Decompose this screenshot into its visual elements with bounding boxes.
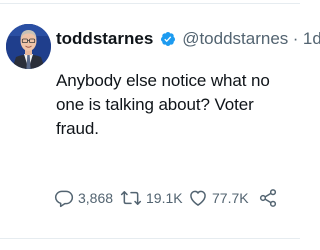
user-handle[interactable]: @toddstarnes — [182, 29, 288, 48]
bottom-divider — [0, 238, 300, 239]
verified-badge-icon — [160, 31, 176, 47]
share-button[interactable] — [258, 186, 278, 210]
like-count: 77.7K — [212, 190, 249, 206]
share-icon — [258, 188, 278, 208]
reply-icon — [54, 188, 74, 208]
tweet-header: toddstarnes @toddstarnes · 1d — [56, 27, 320, 51]
retweet-count: 19.1K — [146, 190, 183, 206]
retweet-icon — [120, 188, 142, 208]
like-button[interactable]: 77.7K — [188, 186, 249, 210]
tweet-card[interactable]: toddstarnes @toddstarnes · 1d Anybody el… — [0, 0, 320, 250]
display-name[interactable]: toddstarnes — [56, 29, 153, 48]
separator-dot: · — [292, 29, 299, 48]
reply-button[interactable]: 3,868 — [54, 186, 113, 210]
tweet-timestamp[interactable]: 1d — [303, 29, 320, 48]
heart-icon — [188, 188, 208, 208]
tweet-actions: 3,868 19.1K 77.7K — [54, 186, 294, 210]
avatar[interactable] — [6, 24, 51, 69]
avatar-portrait — [6, 24, 51, 69]
retweet-button[interactable]: 19.1K — [120, 186, 183, 210]
reply-count: 3,868 — [78, 190, 114, 206]
tweet-text: Anybody else notice what no one is talki… — [56, 71, 270, 138]
